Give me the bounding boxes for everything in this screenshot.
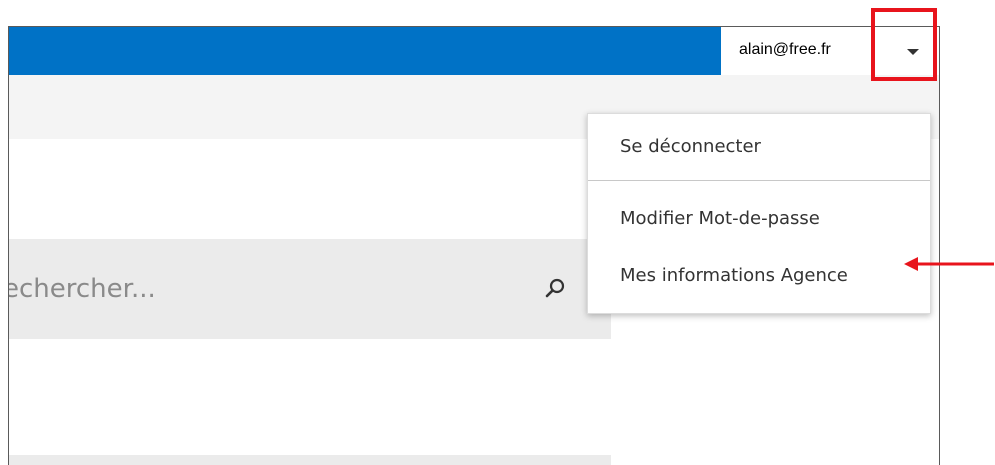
search-input[interactable]: [9, 239, 529, 339]
app-window: alain@free.fr Se déconnecter Modifier Mo…: [8, 26, 940, 465]
user-account-area: alain@free.fr: [721, 27, 939, 75]
search-bar: [9, 239, 611, 339]
screenshot-frame: alain@free.fr Se déconnecter Modifier Mo…: [0, 0, 995, 465]
user-menu-dropdown-button[interactable]: [881, 27, 939, 75]
menu-item-change-password[interactable]: Modifier Mot-de-passe: [588, 191, 930, 247]
caret-down-icon: [907, 49, 919, 55]
search-icon[interactable]: [544, 277, 566, 299]
menu-item-agency-info[interactable]: Mes informations Agence: [588, 248, 930, 304]
menu-item-logout[interactable]: Se déconnecter: [588, 119, 930, 175]
top-navigation-bar: [9, 27, 721, 75]
menu-divider: [588, 180, 930, 181]
user-email: alain@free.fr: [739, 41, 831, 58]
user-dropdown-menu: Se déconnecter Modifier Mot-de-passe Mes…: [587, 113, 931, 314]
